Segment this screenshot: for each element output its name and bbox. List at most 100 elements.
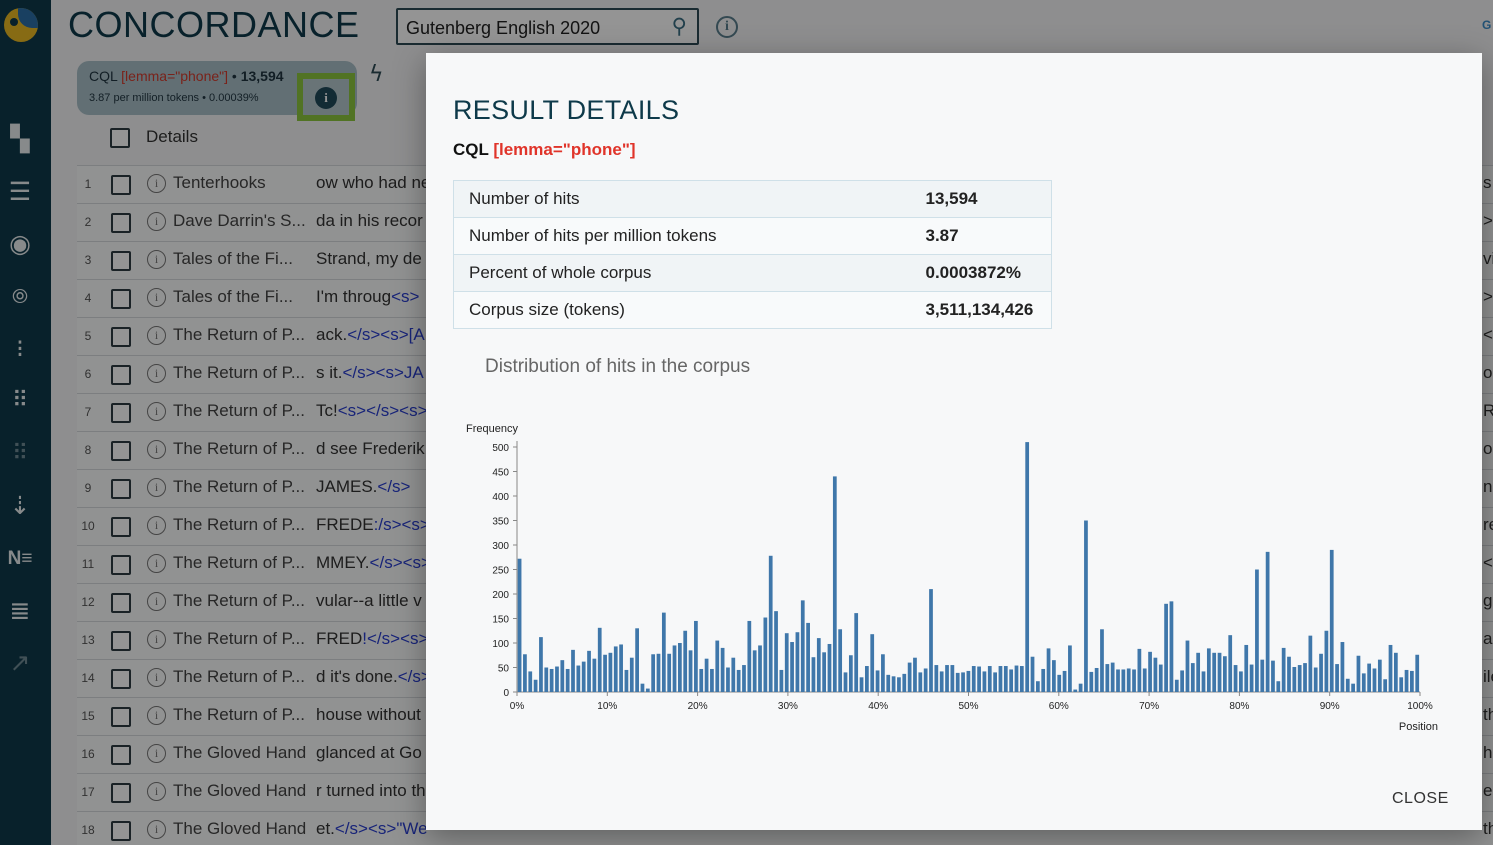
chart-bar bbox=[1089, 671, 1094, 692]
chart-bar bbox=[1158, 664, 1163, 692]
chart-bar bbox=[683, 630, 688, 692]
chart-bar bbox=[581, 661, 586, 692]
chart-bar bbox=[517, 558, 522, 692]
chart-bar bbox=[1132, 669, 1136, 692]
chart-bar bbox=[1239, 671, 1243, 692]
chart-bar bbox=[597, 627, 602, 692]
chart-bar bbox=[629, 657, 634, 692]
close-button[interactable]: CLOSE bbox=[1392, 790, 1449, 808]
chart-bar bbox=[1329, 549, 1334, 692]
chart-bar bbox=[1212, 652, 1217, 692]
chart-bar bbox=[891, 676, 896, 692]
chart-bar bbox=[800, 600, 805, 692]
chart-bar bbox=[832, 476, 837, 692]
stats-row: Percent of whole corpus 0.0003872% bbox=[453, 254, 1052, 292]
chart-bar bbox=[774, 611, 778, 692]
stats-row: Corpus size (tokens) 3,511,134,426 bbox=[453, 291, 1052, 329]
chart-bar bbox=[1116, 669, 1120, 692]
chart-bar bbox=[939, 671, 944, 692]
chart-bar bbox=[667, 653, 672, 692]
y-tick-label: 300 bbox=[492, 541, 509, 552]
chart-bar bbox=[1340, 642, 1345, 692]
chart-bar bbox=[1185, 640, 1190, 692]
chart-bar bbox=[1388, 644, 1393, 692]
stat-value: 3,511,134,426 bbox=[925, 291, 1052, 329]
y-tick-label: 150 bbox=[492, 615, 509, 626]
chart-bar bbox=[955, 672, 960, 692]
chart-bar bbox=[603, 654, 607, 692]
y-tick-label: 450 bbox=[492, 468, 509, 479]
x-tick-label: 90% bbox=[1320, 701, 1340, 712]
chart-bar bbox=[1276, 681, 1281, 692]
y-tick-label: 0 bbox=[503, 688, 509, 699]
chart-bar bbox=[1281, 647, 1286, 692]
chart-bar bbox=[1126, 668, 1131, 692]
chart-bar bbox=[961, 672, 965, 692]
chart-bar bbox=[1308, 635, 1313, 692]
chart-bar bbox=[907, 662, 912, 692]
chart-bar bbox=[902, 673, 907, 692]
chart-bar bbox=[784, 633, 789, 692]
chart-bar bbox=[1164, 603, 1168, 692]
y-tick-label: 50 bbox=[498, 664, 510, 675]
chart-bar bbox=[704, 658, 709, 692]
y-axis-label: Frequency bbox=[466, 423, 518, 435]
chart-bar bbox=[1271, 660, 1275, 692]
chart-bar bbox=[694, 620, 698, 692]
chart-bar bbox=[1094, 667, 1099, 692]
stats-row: Number of hits per million tokens 3.87 bbox=[453, 217, 1052, 255]
chart-bar bbox=[688, 650, 693, 692]
chart-bar bbox=[1297, 665, 1302, 692]
chart-bar bbox=[592, 658, 597, 692]
x-tick-label: 100% bbox=[1407, 701, 1433, 712]
chart-bar bbox=[1313, 667, 1318, 692]
chart-bar bbox=[865, 666, 869, 692]
chart-bar bbox=[1393, 652, 1398, 692]
chart-bar bbox=[1244, 644, 1249, 692]
x-tick-label: 70% bbox=[1139, 701, 1159, 712]
dialog-title: RESULT DETAILS bbox=[453, 95, 680, 125]
y-tick-label: 250 bbox=[492, 566, 509, 577]
chart-bar bbox=[523, 654, 527, 692]
chart-bar bbox=[1356, 655, 1361, 692]
chart-bar bbox=[768, 555, 773, 692]
chart-bar bbox=[1351, 683, 1355, 692]
stat-label: Number of hits per million tokens bbox=[453, 217, 926, 255]
chart-bar bbox=[1180, 670, 1184, 692]
chart-bar bbox=[1030, 656, 1035, 692]
chart-bar bbox=[881, 654, 885, 692]
chart-bar bbox=[1345, 678, 1350, 692]
stat-label: Number of hits bbox=[453, 180, 926, 218]
chart-bar bbox=[544, 667, 549, 692]
chart-bar bbox=[731, 657, 736, 692]
distribution-chart: Frequency 0 50 100 150 200 250 300 350 400 450 500 0… bbox=[466, 423, 1438, 733]
chart-bar bbox=[1265, 551, 1270, 692]
chart-bar bbox=[1100, 629, 1104, 692]
chart-bar bbox=[1319, 653, 1323, 692]
chart-bar bbox=[1223, 656, 1227, 692]
chart-bar bbox=[528, 671, 533, 692]
chart-bar bbox=[571, 649, 575, 692]
chart-bar bbox=[1399, 677, 1404, 692]
chart-bar bbox=[934, 665, 939, 692]
chart-bar bbox=[672, 645, 677, 692]
chart-bar bbox=[827, 643, 832, 692]
chart-bar bbox=[971, 666, 976, 692]
chart-bar bbox=[1041, 668, 1046, 692]
chart-bar bbox=[661, 612, 666, 692]
dialog-cql-expression: [lemma="phone"] bbox=[493, 140, 636, 159]
chart-bar bbox=[1121, 669, 1126, 692]
chart-bar bbox=[1255, 569, 1259, 692]
chart-bar bbox=[1335, 664, 1339, 692]
chart-bar bbox=[848, 655, 853, 692]
x-tick-label: 10% bbox=[597, 701, 617, 712]
x-tick-label: 50% bbox=[958, 701, 978, 712]
chart-bar bbox=[1377, 659, 1382, 692]
chart-bar bbox=[993, 672, 997, 692]
chart-bar bbox=[752, 650, 757, 692]
chart-bar bbox=[715, 640, 720, 692]
x-tick-label: 80% bbox=[1229, 701, 1249, 712]
x-tick-label: 0% bbox=[510, 701, 525, 712]
chart-bar bbox=[1148, 651, 1152, 692]
chart-bar bbox=[966, 670, 971, 692]
